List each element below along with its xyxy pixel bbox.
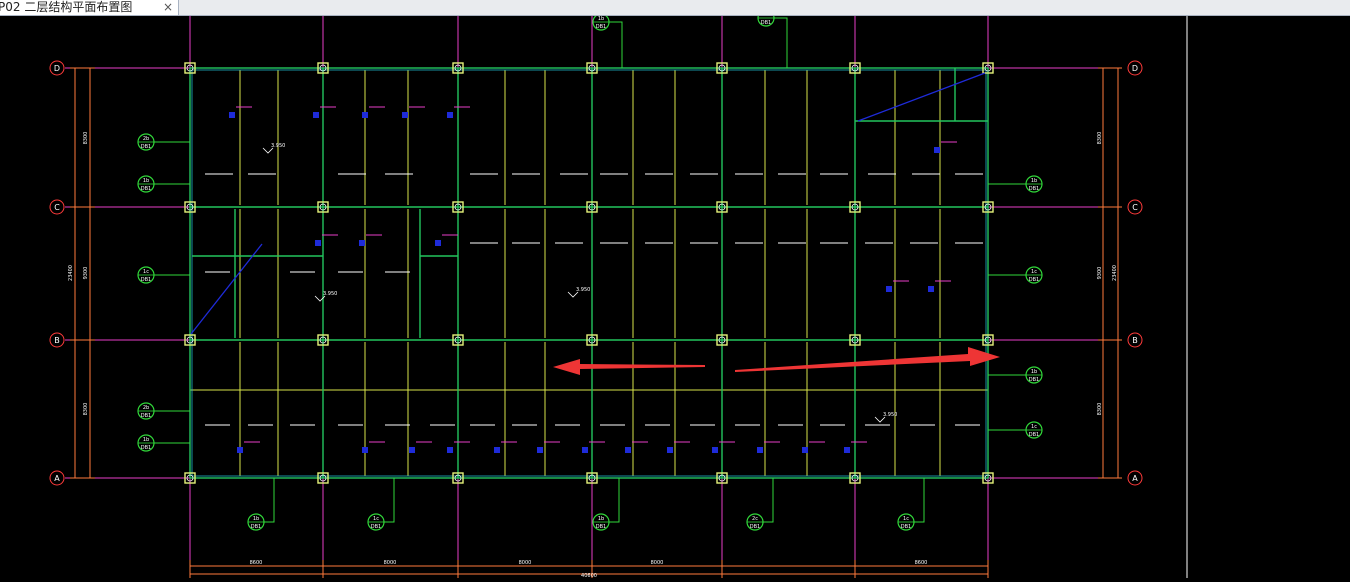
tag-number: 1b: [598, 516, 604, 522]
slab-mark: [928, 286, 934, 292]
dim-text-bottom: 8000: [384, 560, 397, 566]
dim-text-bottom: 8000: [519, 560, 532, 566]
tag-ref: DB1: [1029, 186, 1039, 192]
slab-mark: [712, 447, 718, 453]
tag-number: 2c: [752, 516, 758, 522]
tab-drawing[interactable]: P02 二层结构平面布置图 ×: [0, 0, 179, 15]
slab-mark: [934, 147, 940, 153]
dim-text-left: 8300: [83, 403, 89, 416]
tag-number: 1c: [1031, 424, 1037, 430]
tag-ref: DB1: [750, 524, 760, 530]
slab-mark: [447, 447, 453, 453]
tag-number: 1b: [143, 178, 149, 184]
tag-number: 1b: [143, 437, 149, 443]
tab-title: P02 二层结构平面布置图: [0, 0, 133, 14]
slab-mark: [625, 447, 631, 453]
tag-number: 1b: [1031, 178, 1037, 184]
dim-text-bottom: 8600: [250, 560, 263, 566]
dim-text-bottom: 8000: [651, 560, 664, 566]
tag-ref: DB1: [1029, 277, 1039, 283]
tag-ref: DB1: [371, 524, 381, 530]
tag-number: 1c: [373, 516, 379, 522]
dim-text-bottom: 8600: [915, 560, 928, 566]
slab-mark: [229, 112, 235, 118]
tag-ref: DB1: [1029, 377, 1039, 383]
tag-number: 1c: [903, 516, 909, 522]
dim-text-right: 8300: [1097, 403, 1103, 416]
dim-text-right-total: 23400: [1112, 265, 1118, 281]
axis-label: D: [1132, 64, 1138, 73]
drawing-canvas[interactable]: 1b DB1 DB1 2b DB1 1b DB1 1c DB1 2b DB1 1b DB1 1b DB1 1c…: [0, 9, 1350, 579]
axis-label: B: [54, 336, 60, 345]
elevation-text: 3.950: [323, 291, 337, 297]
tag-number: 1b: [598, 16, 604, 22]
axis-label: C: [54, 203, 60, 212]
dim-text-left: 8300: [83, 132, 89, 145]
slab-mark: [435, 240, 441, 246]
tag-number: 1c: [143, 269, 149, 275]
slab-mark: [582, 447, 588, 453]
close-icon[interactable]: ×: [162, 0, 174, 15]
tag-ref: DB1: [596, 524, 606, 530]
axis-label: C: [1132, 203, 1138, 212]
tag-number: 2b: [143, 405, 149, 411]
tag-ref: DB1: [141, 413, 151, 419]
slab-mark: [237, 447, 243, 453]
slab-mark: [494, 447, 500, 453]
slab-mark: [537, 447, 543, 453]
structural-plan: 1b DB1 DB1 2b DB1 1b DB1 1c DB1 2b DB1 1b DB1 1b DB1 1c…: [0, 9, 1350, 579]
axis-label: A: [54, 474, 60, 483]
tag-ref: DB1: [141, 277, 151, 283]
tag-ref: DB1: [141, 186, 151, 192]
elevation-text: 3.950: [271, 143, 285, 149]
slab-mark: [409, 447, 415, 453]
slab-mark: [886, 286, 892, 292]
slab-mark: [362, 112, 368, 118]
axis-label: D: [54, 64, 60, 73]
slab-mark: [667, 447, 673, 453]
tag-number: 2b: [143, 136, 149, 142]
dim-text-right: 8300: [1097, 132, 1103, 145]
tag-ref: DB1: [901, 524, 911, 530]
tag-ref: DB1: [1029, 432, 1039, 438]
document-tab-bar: P02 二层结构平面布置图 ×: [0, 0, 1350, 16]
slab-mark: [313, 112, 319, 118]
axis-label: B: [1132, 336, 1138, 345]
slab-mark: [359, 240, 365, 246]
dim-text-left-total: 23400: [68, 265, 74, 281]
dim-text-bottom-total: 40600: [581, 573, 597, 578]
tag-ref: DB1: [141, 445, 151, 451]
elevation-text: 3.950: [883, 412, 897, 418]
slab-mark: [757, 447, 763, 453]
tag-ref: DB1: [596, 24, 606, 30]
dim-text-left: 9300: [83, 267, 89, 280]
tag-ref: DB1: [761, 20, 771, 26]
tag-number: 1b: [253, 516, 259, 522]
slab-mark: [447, 112, 453, 118]
elevation-text: 3.950: [576, 287, 590, 293]
axis-label: A: [1132, 474, 1138, 483]
slab-mark: [844, 447, 850, 453]
slab-mark: [362, 447, 368, 453]
slab-mark: [315, 240, 321, 246]
tag-ref: DB1: [251, 524, 261, 530]
slab-mark: [802, 447, 808, 453]
tag-ref: DB1: [141, 144, 151, 150]
slab-mark: [402, 112, 408, 118]
dim-text-right: 9300: [1097, 267, 1103, 280]
tag-number: 1b: [1031, 369, 1037, 375]
tag-number: 1c: [1031, 269, 1037, 275]
